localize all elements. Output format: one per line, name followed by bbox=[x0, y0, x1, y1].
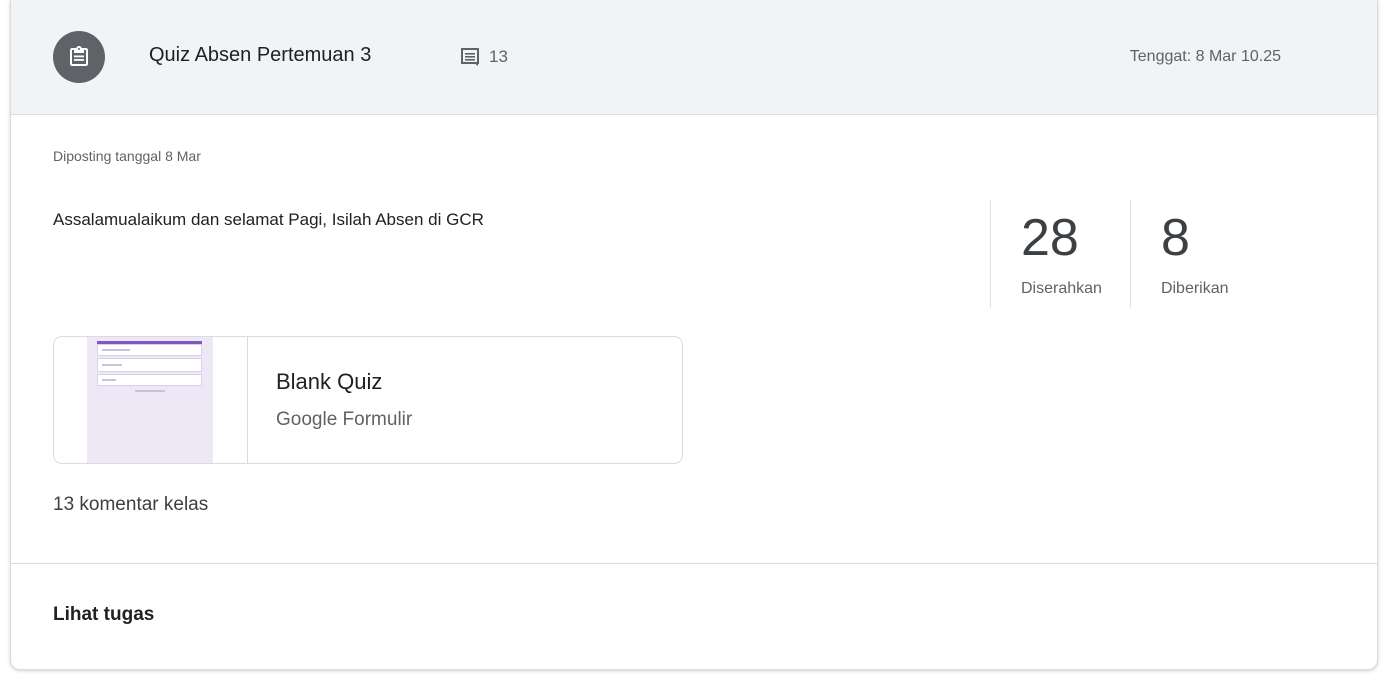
attachment-card[interactable]: Blank Quiz Google Formulir bbox=[53, 336, 683, 464]
comment-count-value: 13 bbox=[489, 47, 508, 66]
comment-icon bbox=[461, 48, 479, 66]
form-thumbnail-footer-line bbox=[135, 390, 165, 392]
assignment-instructions: Assalamualaikum dan selamat Pagi, Isilah… bbox=[53, 210, 484, 229]
view-assignment-button[interactable]: Lihat tugas bbox=[53, 604, 154, 626]
due-date: Tenggat: 8 Mar 10.25 bbox=[1129, 48, 1281, 65]
attachment-title: Blank Quiz bbox=[276, 369, 383, 394]
form-thumbnail-title-card bbox=[97, 344, 202, 356]
form-thumbnail-line bbox=[102, 379, 116, 381]
form-thumbnail-line bbox=[102, 349, 130, 351]
form-thumbnail-question-card bbox=[97, 374, 202, 386]
stat-assigned-label: Diberikan bbox=[1160, 280, 1229, 297]
form-thumbnail-line bbox=[102, 364, 122, 366]
form-thumbnail-page bbox=[87, 337, 213, 463]
stat-turned-in[interactable]: 28 Diserahkan bbox=[990, 200, 1130, 308]
posted-date: Diposting tanggal 8 Mar bbox=[53, 148, 201, 164]
stat-turned-in-label: Diserahkan bbox=[1021, 280, 1102, 297]
assignment-header[interactable]: Quiz Absen Pertemuan 3 13 Tenggat: 8 Mar… bbox=[11, 0, 1377, 115]
form-thumbnail-question-card bbox=[97, 358, 202, 372]
comment-count: 13 bbox=[461, 46, 508, 68]
assignment-title: Quiz Absen Pertemuan 3 bbox=[149, 44, 372, 66]
divider bbox=[11, 563, 1377, 564]
stat-turned-in-value: 28 bbox=[1021, 209, 1079, 267]
form-thumbnail bbox=[54, 337, 248, 463]
stat-assigned-value: 8 bbox=[1160, 209, 1190, 267]
stat-assigned[interactable]: 8 Diberikan bbox=[1129, 200, 1257, 308]
submission-stats: 28 Diserahkan 8 Diberikan bbox=[990, 200, 1257, 308]
assignment-icon bbox=[53, 31, 105, 83]
attachment-type: Google Formulir bbox=[276, 409, 413, 430]
assignment-card: Quiz Absen Pertemuan 3 13 Tenggat: 8 Mar… bbox=[10, 0, 1378, 670]
class-comments-link[interactable]: 13 komentar kelas bbox=[53, 494, 208, 516]
